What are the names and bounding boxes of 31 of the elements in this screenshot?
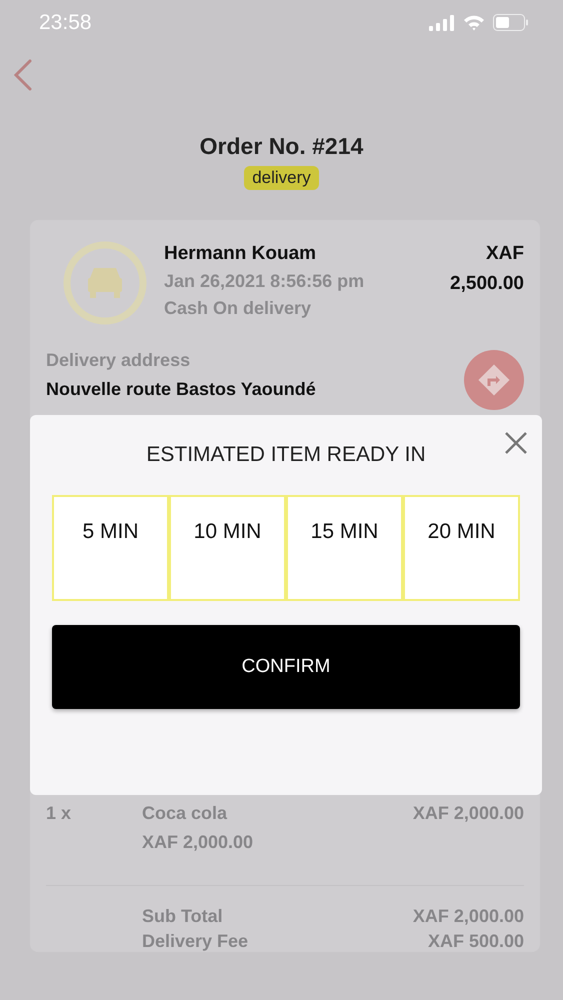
order-amount: 2,500.00 — [450, 273, 524, 295]
time-option[interactable]: 15 MIN — [286, 495, 403, 601]
item-quantity: 1 x — [46, 803, 72, 824]
total-value: XAF 500.00 — [428, 931, 524, 952]
wifi-icon — [463, 14, 485, 30]
confirm-button[interactable]: CONFIRM — [52, 625, 520, 709]
item-name: Coca cola — [142, 803, 228, 824]
back-icon[interactable] — [13, 59, 33, 91]
customer-name: Hermann Kouam — [164, 243, 318, 265]
order-type-badge: delivery — [244, 166, 319, 190]
order-title: Order No. #214 — [200, 133, 364, 160]
payment-method: Cash On delivery — [164, 298, 312, 319]
delivery-address: Nouvelle route Bastos Yaoundé — [46, 379, 316, 400]
currency: XAF — [486, 243, 524, 265]
time-option[interactable]: 20 MIN — [403, 495, 520, 601]
total-label: Delivery Fee — [142, 931, 248, 952]
directions-icon[interactable] — [464, 350, 524, 410]
total-label: Sub Total — [142, 906, 223, 927]
battery-icon — [493, 14, 529, 31]
order-date: Jan 26,2021 8:56:56 pm — [164, 271, 366, 292]
time-option[interactable]: 10 MIN — [169, 495, 286, 601]
status-time: 23:58 — [39, 10, 92, 34]
time-option[interactable]: 5 MIN — [52, 495, 169, 601]
item-total: XAF 2,000.00 — [412, 803, 524, 824]
car-icon — [62, 240, 148, 326]
dialog-title: ESTIMATED ITEM READY IN — [146, 443, 426, 467]
address-label: Delivery address — [46, 350, 192, 371]
item-unit-price: XAF 2,000.00 — [142, 832, 254, 853]
close-icon[interactable] — [504, 431, 528, 455]
total-value: XAF 2,000.00 — [412, 906, 524, 927]
signal-icon — [429, 14, 455, 30]
